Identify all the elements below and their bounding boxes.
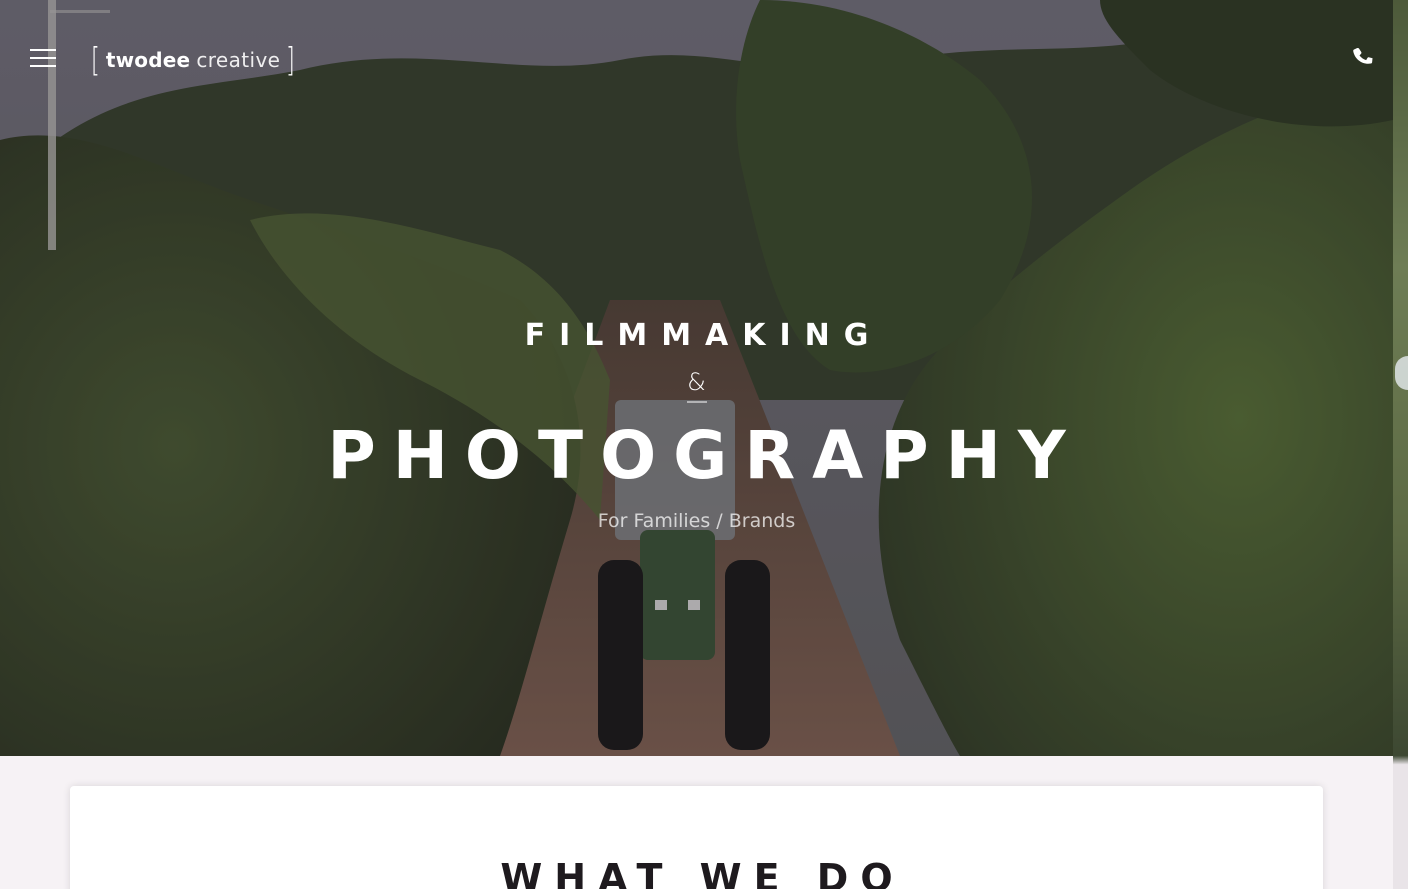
- section-title-what-we-do: WHAT WE DO: [500, 856, 905, 889]
- next-slide-edge: [1393, 0, 1408, 889]
- edge-scroll-handle[interactable]: [1395, 356, 1408, 390]
- hero-subtitle: For Families / Brands: [597, 510, 796, 532]
- hero-heading-filmmaking: FILMMAKING: [524, 318, 883, 353]
- hero-divider: [687, 401, 707, 403]
- hero-section: [ twodee creative ] FILMMAKING & PHOTOGR…: [0, 0, 1393, 756]
- hero-ampersand: &: [687, 368, 706, 396]
- hero-heading-photography: PHOTOGRAPHY: [327, 417, 1083, 494]
- hero-text-block: FILMMAKING & PHOTOGRAPHY For Families / …: [0, 0, 1393, 756]
- page: [ twodee creative ] FILMMAKING & PHOTOGR…: [0, 0, 1408, 889]
- what-we-do-card: WHAT WE DO: [70, 786, 1323, 889]
